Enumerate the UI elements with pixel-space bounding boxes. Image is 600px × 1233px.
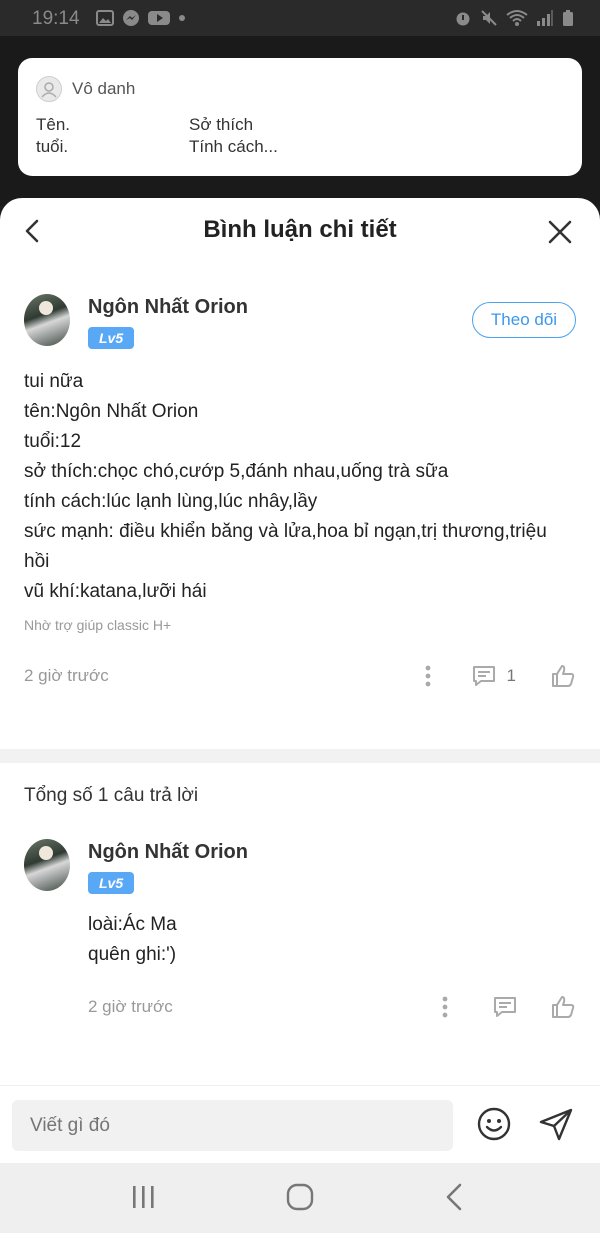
preview-cell: Tên. — [36, 115, 71, 134]
comment-time: 2 giờ trước — [24, 666, 109, 685]
reply-count: 1 — [506, 666, 516, 685]
status-time: 19:14 — [32, 8, 80, 29]
reply-time: 2 giờ trước — [88, 997, 173, 1016]
battery-icon — [563, 10, 573, 26]
emoji-button[interactable] — [476, 1106, 512, 1142]
more-options-button[interactable] — [425, 664, 431, 688]
sheet-header: Bình luận chi tiết — [0, 198, 600, 266]
comment-input[interactable] — [12, 1100, 453, 1151]
status-bar: 19:14 — [0, 0, 600, 36]
smiley-icon — [477, 1107, 511, 1141]
close-icon — [548, 220, 572, 244]
more-vertical-icon — [425, 665, 430, 687]
preview-author-name: Vô danh — [72, 79, 136, 98]
comment-icon — [494, 997, 516, 1017]
comment-author[interactable]: Ngôn Nhất Orion — [88, 296, 248, 319]
section-divider — [0, 749, 600, 763]
follow-button[interactable]: Theo dõi — [472, 302, 576, 338]
system-nav-bar — [0, 1163, 600, 1233]
reply-button[interactable] — [492, 995, 518, 1019]
comment-detail-sheet: Bình luận chi tiết Ngôn Nhất Orion Lv5 T… — [0, 198, 600, 1163]
preview-card[interactable]: Vô danh Tên. tuổi. Sở thích Tính cách... — [18, 58, 582, 176]
recent-apps-icon — [133, 1186, 154, 1208]
like-button[interactable] — [550, 995, 576, 1019]
level-badge: Lv5 — [88, 872, 135, 894]
image-icon — [96, 10, 114, 26]
back-nav-button[interactable] — [436, 1183, 476, 1213]
home-button[interactable] — [280, 1183, 320, 1213]
back-arrow-icon — [446, 1183, 462, 1211]
more-options-button[interactable] — [442, 995, 448, 1019]
comment-footer-note: Nhờ trợ giúp classic H+ — [24, 617, 172, 633]
preview-cell: tuổi. — [36, 137, 69, 156]
signal-icon — [537, 10, 553, 26]
thumbs-up-icon — [552, 996, 575, 1018]
avatar[interactable] — [24, 294, 70, 346]
recent-apps-button[interactable] — [124, 1183, 164, 1213]
more-vertical-icon — [442, 996, 448, 1018]
messenger-icon — [123, 10, 139, 26]
reply-button[interactable]: 1 — [471, 664, 516, 688]
alarm-icon — [456, 12, 470, 26]
reply-body: loài:Ác Ma quên ghi:') — [88, 914, 177, 965]
page-title: Bình luận chi tiết — [203, 216, 397, 243]
comment-body: tui nữa tên:Ngôn Nhất Orion tuổi:12 sở t… — [24, 371, 547, 602]
preview-cell: Tính cách... — [189, 137, 278, 156]
thumbs-up-icon — [552, 665, 575, 687]
wifi-icon — [506, 10, 528, 26]
reply-author[interactable]: Ngôn Nhất Orion — [88, 841, 248, 864]
input-bar — [0, 1085, 600, 1163]
user-icon — [41, 82, 57, 98]
like-button[interactable] — [550, 664, 576, 688]
send-button[interactable] — [538, 1106, 574, 1142]
home-icon — [286, 1183, 314, 1211]
avatar[interactable] — [24, 839, 70, 891]
reply-item: Ngôn Nhất Orion Lv5 loài:Ác Ma quên ghi:… — [0, 839, 600, 1022]
dot-icon — [179, 15, 185, 21]
mute-icon — [481, 10, 497, 26]
anonymous-avatar — [36, 76, 62, 102]
send-icon — [539, 1108, 573, 1141]
comment-icon — [472, 666, 495, 686]
preview-cell: Sở thích — [189, 115, 254, 134]
level-badge: Lv5 — [88, 327, 135, 349]
close-button[interactable] — [546, 218, 574, 246]
youtube-icon — [148, 11, 170, 25]
reply-total: Tổng số 1 câu trả lời — [24, 785, 199, 806]
main-comment: Ngôn Nhất Orion Lv5 Theo dõi tui nữa tên… — [0, 294, 600, 691]
